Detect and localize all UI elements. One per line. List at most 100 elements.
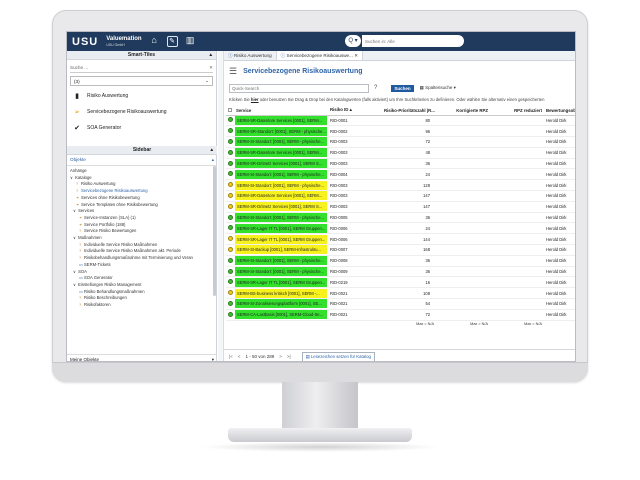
last-page-button[interactable]: >| xyxy=(287,354,291,359)
home-icon[interactable]: ⌂ xyxy=(149,36,160,47)
bookmark-button[interactable]: ▤ Lesezeichen setzen für Katalog xyxy=(301,351,375,361)
sidebar-tree-item[interactable]: ⚭ Services ohne Risikobewertung xyxy=(70,195,214,202)
sidebar-tree-item[interactable]: ∨ Services xyxy=(70,208,214,215)
column-header[interactable]: RPZ reduziert xyxy=(490,106,544,116)
chevron-down-icon[interactable]: ∨ xyxy=(73,282,76,287)
usu-logo[interactable]: USU xyxy=(72,36,98,48)
table-row[interactable]: SERM-SI-Backup [0001], SERM-Infrastruktu… xyxy=(226,244,575,256)
service-cell[interactable]: SERM-SR-Dritnetz Services [0001], SERM S… xyxy=(234,158,328,170)
table-row[interactable]: SERM-CA-Lastbasis [0001], SERM-Cloud-Se.… xyxy=(226,309,575,321)
service-cell[interactable]: SERM-SR-Lager IT TL [0001], SERM Gruppen… xyxy=(234,233,328,246)
sidebar-tree-item[interactable]: ▭SOA Generator xyxy=(70,275,214,282)
collapse-up-icon[interactable]: ▴ xyxy=(212,157,214,163)
sidebar-objects-header[interactable]: Objekte ▴ xyxy=(67,155,217,166)
service-cell[interactable]: SERM-SI-Standort: [0001], SERM - physisc… xyxy=(234,168,328,181)
sidebar-tree-item[interactable]: ▭SERM-Tickets xyxy=(70,262,214,269)
table-row[interactable]: SERM-SI-Standort: [0001], SERM - physisc… xyxy=(226,212,575,224)
table-row[interactable]: SERM-SR-Standort: [0001], SERM - physisc… xyxy=(226,125,575,138)
table-row[interactable]: SERM-SR-Lager IT TL [0001], SERM Gruppen… xyxy=(226,276,575,289)
table-row[interactable]: SERM-SR-Dritnetz Services [0001], SERM S… xyxy=(226,158,575,170)
smart-tile[interactable]: ➢ Servicebezogene Risikoauswertung xyxy=(67,104,216,120)
expand-down-icon[interactable]: ▾ xyxy=(212,357,214,361)
collapse-up-icon[interactable]: ▴ xyxy=(210,146,213,155)
select-all-checkbox[interactable] xyxy=(228,107,232,112)
table-row[interactable]: SERM-SI-Standort: [0001], SERM - physisc… xyxy=(226,255,575,267)
hint-link[interactable]: hier xyxy=(251,97,259,102)
sidebar-tree-item[interactable]: ? Risikobehandlungsmaßnahme mit Terminier… xyxy=(70,255,214,262)
smart-tile[interactable]: ✔ SOA Generator xyxy=(67,120,216,136)
service-cell[interactable]: SERM-SI-Backup [0001], SERM-Infrastruktu… xyxy=(234,244,328,256)
sidebar-tree-item[interactable]: ∨ Maßnahmen xyxy=(70,235,214,242)
sidebar-tree-item[interactable]: ? Servicebezogene Risikoauswertung xyxy=(70,188,214,195)
sidebar-tree-item[interactable]: ? Risiko Auswertung xyxy=(70,181,214,188)
table-row[interactable]: SERM-SR-Datentore Services [0001], SERM.… xyxy=(226,147,575,159)
sidebar-tree-item[interactable]: ? Individuelle Service Risiko Maßnahmen xyxy=(70,242,214,249)
sidebar-scrollbar[interactable] xyxy=(213,166,216,296)
global-search-input[interactable] xyxy=(362,35,464,47)
search-scope-button[interactable]: Q ▾ xyxy=(345,35,361,47)
table-row[interactable]: SERM-SR-Dritnetz Services [0001], SERM S… xyxy=(226,201,575,213)
sidebar-tree-item[interactable]: ⚭ Service-Instanzen (SLA) (1) xyxy=(70,215,214,222)
table-row[interactable]: SERM-SI-Standort: [0001], SERM - physisc… xyxy=(226,168,575,181)
smart-tile[interactable]: ▮ Risiko Auswertung xyxy=(67,88,216,104)
service-cell[interactable]: SERM-SR-Datentore Services [0001], SERM.… xyxy=(234,147,328,159)
close-icon[interactable]: ✕ xyxy=(353,53,358,58)
collapse-up-icon[interactable]: ▴ xyxy=(209,51,212,60)
service-cell[interactable]: SERM-SI-Standort: [0001], SERM - physisc… xyxy=(234,179,328,192)
my-objects-footer[interactable]: Meine Objekte ▾ xyxy=(67,354,217,361)
quick-search-input[interactable] xyxy=(229,83,369,93)
column-header[interactable]: Korrigierte RPZ xyxy=(436,106,490,116)
chart-icon[interactable]: ▥ xyxy=(185,36,196,47)
smart-tiles-select[interactable]: (3) ⌄ xyxy=(70,76,213,86)
sidebar-tree-item[interactable]: ? Individuelle Service Risiko Maßnahmen a… xyxy=(70,248,214,255)
service-cell[interactable]: SERM-SI-Standort: [0001], SERM - physisc… xyxy=(234,266,328,278)
search-button[interactable]: Suchen xyxy=(391,84,414,92)
sidebar-tree-item[interactable]: Anhänge xyxy=(70,168,214,175)
chevron-down-icon[interactable]: ∨ xyxy=(73,235,76,240)
service-cell[interactable]: SERM-SI-Zonalisierungsplattform [0001], … xyxy=(234,298,328,310)
help-icon[interactable]: ? xyxy=(374,85,377,91)
prev-page-button[interactable]: < xyxy=(238,354,241,359)
table-row[interactable]: SERM-SR-Lager IT TL [0001], SERM Gruppen… xyxy=(226,222,575,235)
table-row[interactable]: SERM-SI-Standort: [0001], SERM - physisc… xyxy=(226,266,575,278)
table-row[interactable]: SERM-SI-Zonalisierungsplattform [0001], … xyxy=(226,298,575,310)
sidebar-tree-item[interactable]: ? Risikofaktoren xyxy=(70,302,214,309)
chevron-down-icon[interactable]: ∨ xyxy=(73,269,76,274)
service-cell[interactable]: SERM-SR-Datentore Services [0001], SERM.… xyxy=(234,190,328,202)
column-header[interactable]: Bewertungsobj xyxy=(544,106,575,116)
chevron-down-icon[interactable]: ∨ xyxy=(73,208,76,213)
table-row[interactable]: SERM-SR-Datentore Services [0001], SERM.… xyxy=(226,190,575,202)
table-row[interactable]: SERM-SI-Standort: [0001], SERM - physisc… xyxy=(226,179,575,192)
service-cell[interactable]: SERM-SR-Dritnetz Services [0001], SERM S… xyxy=(234,201,328,213)
edit-icon[interactable]: ✎ xyxy=(166,36,178,47)
column-header[interactable]: Risiko-Prioritätszahl (R... xyxy=(382,106,436,116)
service-cell[interactable]: SERM-SR-Lager IT TL [0001], SERM Gruppen… xyxy=(234,276,328,289)
clear-icon[interactable]: ✕ xyxy=(209,65,213,71)
service-cell[interactable]: SERM-BS-business kritisch [0001], SERM -… xyxy=(234,287,328,300)
select-all-header[interactable] xyxy=(226,106,234,116)
tab[interactable]: ⓘ Servicebezogene Risikoauswe... ✕ xyxy=(276,51,364,60)
sidebar-tree-item[interactable]: ? Service Risiko Bewertungen xyxy=(70,228,214,235)
chevron-down-icon[interactable]: ∨ xyxy=(70,175,73,180)
sidebar-tree-item[interactable]: ⚭ Service Portfolio (188) xyxy=(70,222,214,229)
sidebar-tree-item[interactable]: ∨ Kataloge xyxy=(70,175,214,182)
sidebar-tree-item[interactable]: ⚭ Service Templates ohne Risikobewertung xyxy=(70,202,214,209)
column-header[interactable]: Service xyxy=(234,106,328,116)
table-row[interactable]: SERM-SR-Lager IT TL [0001], SERM Gruppen… xyxy=(226,233,575,246)
service-cell[interactable]: SERM-SR-Standort: [0001], SERM - physisc… xyxy=(234,125,328,138)
tab[interactable]: ⓘ Risiko Auswertung xyxy=(224,51,277,60)
column-header[interactable]: Risiko ID ▴ xyxy=(328,106,382,116)
service-cell[interactable]: SERM-SI-Standort: [0001], SERM - physisc… xyxy=(234,212,328,224)
sidebar-tree-item[interactable]: ∨ Einstellungen Risiko Management xyxy=(70,282,214,289)
service-cell[interactable]: SERM-CA-Lastbasis [0001], SERM-Cloud-Se.… xyxy=(234,309,328,321)
sidebar-tree-item[interactable]: ∨ SOA xyxy=(70,269,214,276)
column-search-toggle[interactable]: ▦ Spaltensuche ▾ xyxy=(420,85,456,91)
smart-tiles-search[interactable]: Suche ... ✕ xyxy=(70,63,213,73)
service-cell[interactable]: SERM-SI-Standort: [0001], SERM - physisc… xyxy=(234,255,328,267)
sidebar-tree-item[interactable]: ? Risiko Beschreibungen xyxy=(70,295,214,302)
next-page-button[interactable]: > xyxy=(279,354,282,359)
menu-icon[interactable]: ☰ xyxy=(229,66,237,77)
first-page-button[interactable]: |< xyxy=(229,354,233,359)
service-cell[interactable]: SERM-SR-Lager IT TL [0001], SERM Gruppen… xyxy=(234,222,328,235)
sidebar-tree-item[interactable]: ▭Risiko Behandlungsmaßnahmen xyxy=(70,289,214,296)
